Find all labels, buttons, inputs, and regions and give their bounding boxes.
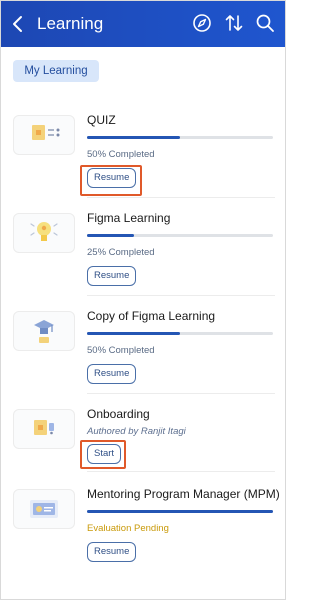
app-screen: Learning My Learning QUIZ 50% Completed … bbox=[0, 0, 286, 600]
progress-fill bbox=[87, 234, 134, 237]
course-status: 50% Completed bbox=[87, 149, 155, 160]
course-thumbnail bbox=[13, 409, 75, 449]
compass-icon[interactable] bbox=[191, 12, 213, 34]
mentoring-illustration-icon bbox=[30, 500, 58, 518]
search-icon[interactable] bbox=[254, 12, 276, 34]
course-card[interactable]: Mentoring Program Manager (MPM) Evaluati… bbox=[1, 475, 285, 573]
progress-bar bbox=[87, 234, 273, 237]
divider bbox=[87, 197, 275, 198]
divider bbox=[87, 393, 275, 394]
course-thumbnail bbox=[13, 311, 75, 351]
divider bbox=[87, 471, 275, 472]
progress-bar bbox=[87, 332, 273, 335]
lightbulb-illustration-icon bbox=[30, 222, 58, 241]
divider bbox=[87, 295, 275, 296]
progress-fill bbox=[87, 510, 273, 513]
resume-button[interactable]: Resume bbox=[87, 364, 137, 384]
sort-icon[interactable] bbox=[223, 12, 245, 34]
highlight-box bbox=[80, 165, 142, 196]
course-status: Evaluation Pending bbox=[87, 523, 169, 534]
resume-button[interactable]: Resume bbox=[87, 266, 137, 286]
progress-fill bbox=[87, 332, 180, 335]
course-card[interactable]: QUIZ 50% Completed Resume bbox=[1, 101, 285, 199]
progress-bar bbox=[87, 510, 273, 513]
my-learning-chip[interactable]: My Learning bbox=[13, 60, 99, 82]
course-card[interactable]: Copy of Figma Learning 50% Completed Res… bbox=[1, 297, 285, 395]
quiz-illustration-icon bbox=[32, 125, 60, 140]
document-illustration-icon bbox=[34, 420, 54, 435]
course-title: Figma Learning bbox=[87, 211, 171, 225]
page-title: Learning bbox=[37, 14, 104, 33]
graduation-cap-illustration-icon bbox=[34, 320, 54, 343]
app-header: Learning bbox=[1, 1, 285, 47]
course-author: Authored by Ranjit Itagi bbox=[87, 426, 186, 437]
course-thumbnail bbox=[13, 213, 75, 253]
progress-bar bbox=[87, 136, 273, 139]
course-thumbnail bbox=[13, 489, 75, 529]
course-status: 50% Completed bbox=[87, 345, 155, 356]
progress-fill bbox=[87, 136, 180, 139]
course-title: QUIZ bbox=[87, 113, 116, 127]
course-card[interactable]: Figma Learning 25% Completed Resume bbox=[1, 199, 285, 297]
course-status: 25% Completed bbox=[87, 247, 155, 258]
course-title: Onboarding bbox=[87, 407, 150, 421]
back-arrow-icon[interactable] bbox=[11, 14, 25, 34]
course-title: Mentoring Program Manager (MPM) bbox=[87, 487, 280, 501]
resume-button[interactable]: Resume bbox=[87, 542, 137, 562]
highlight-box bbox=[80, 440, 126, 469]
course-thumbnail bbox=[13, 115, 75, 155]
course-title: Copy of Figma Learning bbox=[87, 309, 216, 323]
